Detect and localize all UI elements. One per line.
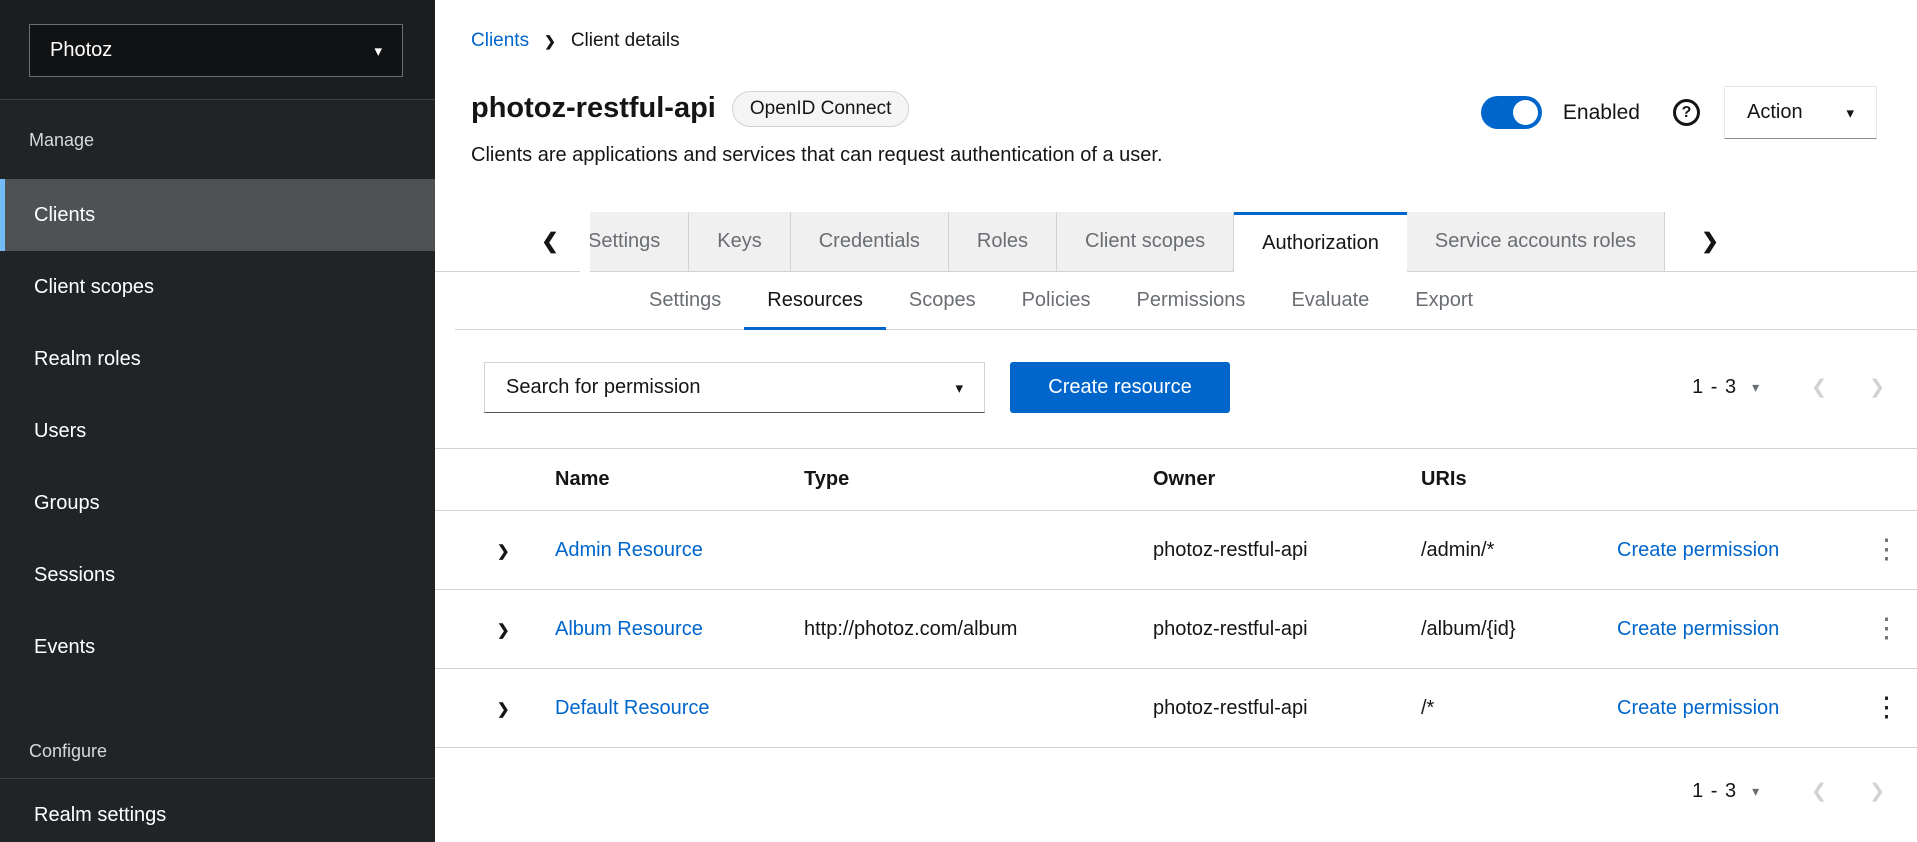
kebab-menu-icon[interactable]: ⋮ <box>1873 694 1900 721</box>
header-uris: URIs <box>1421 468 1617 491</box>
breadcrumb: Clients ❯ Client details <box>435 0 1917 52</box>
toggle-knob-icon <box>1513 100 1538 125</box>
sidebar-item-clients[interactable]: Clients <box>0 179 435 251</box>
pagination-caret-icon[interactable]: ▾ <box>1752 379 1759 396</box>
header-actions: Enabled ? Action ▾ <box>1481 86 1877 139</box>
table-row: ❯ Default Resource photoz-restful-api /*… <box>435 669 1917 748</box>
tab-settings[interactable]: Settings <box>590 212 689 272</box>
expand-row-button[interactable]: ❯ <box>497 542 510 560</box>
kebab-menu-icon[interactable]: ⋮ <box>1873 615 1900 642</box>
help-icon[interactable]: ? <box>1673 99 1700 126</box>
sidebar-item-realm-roles[interactable]: Realm roles <box>0 323 435 395</box>
masthead: Photoz ▾ <box>0 0 435 100</box>
tabs-scroll-area: Settings Keys Credentials Roles Client s… <box>590 212 1665 272</box>
pagination-bottom: 1 - 3 ▾ ❮ ❯ <box>1692 780 1885 803</box>
tabs-scroll-right-button[interactable]: ❯ <box>1665 212 1755 272</box>
sidebar-item-users[interactable]: Users <box>0 395 435 467</box>
resource-name-link[interactable]: Album Resource <box>555 618 703 640</box>
resources-toolbar: Search for permission ▾ Create resource … <box>435 362 1917 413</box>
resource-owner: photoz-restful-api <box>1153 618 1421 641</box>
create-permission-link[interactable]: Create permission <box>1617 697 1779 719</box>
pagination-range: 1 - 3 <box>1692 376 1737 399</box>
resource-owner: photoz-restful-api <box>1153 697 1421 720</box>
tab-authorization[interactable]: Authorization <box>1234 212 1407 272</box>
resource-type: http://photoz.com/album <box>804 618 1153 641</box>
subtab-settings[interactable]: Settings <box>626 272 744 329</box>
pagination-range: 1 - 3 <box>1692 780 1737 803</box>
create-permission-link[interactable]: Create permission <box>1617 618 1779 640</box>
create-resource-button[interactable]: Create resource <box>1010 362 1230 413</box>
enabled-toggle[interactable] <box>1481 96 1542 129</box>
expand-row-button[interactable]: ❯ <box>497 621 510 639</box>
sidebar-item-events[interactable]: Events <box>0 611 435 683</box>
resources-table: Name Type Owner URIs ❯ Admin Resource ph… <box>435 448 1917 748</box>
create-permission-link[interactable]: Create permission <box>1617 539 1779 561</box>
action-dropdown-button[interactable]: Action ▾ <box>1724 86 1877 139</box>
realm-selector[interactable]: Photoz ▾ <box>29 24 403 77</box>
table-row: ❯ Album Resource http://photoz.com/album… <box>435 590 1917 669</box>
resource-uris: /album/{id} <box>1421 618 1617 641</box>
kebab-menu-icon[interactable]: ⋮ <box>1873 536 1900 563</box>
protocol-badge: OpenID Connect <box>732 91 910 127</box>
table-header-row: Name Type Owner URIs <box>435 448 1917 511</box>
page-title: photoz-restful-apiOpenID Connect <box>471 90 1163 127</box>
breadcrumb-separator-icon: ❯ <box>544 33 556 50</box>
tab-filler <box>1755 212 1917 272</box>
pagination-next-button[interactable]: ❯ <box>1869 376 1885 399</box>
subtab-policies[interactable]: Policies <box>999 272 1114 329</box>
subtab-permissions[interactable]: Permissions <box>1114 272 1269 329</box>
title-block: photoz-restful-apiOpenID Connect Clients… <box>471 90 1163 167</box>
breadcrumb-current: Client details <box>571 30 680 52</box>
subtab-scopes[interactable]: Scopes <box>886 272 999 329</box>
nav-section-configure: Configure <box>0 683 435 779</box>
pagination-caret-icon[interactable]: ▾ <box>1752 783 1759 800</box>
enabled-label: Enabled <box>1563 101 1640 125</box>
sidebar-nav: Manage Clients Client scopes Realm roles… <box>0 100 435 842</box>
tab-roles[interactable]: Roles <box>949 212 1057 272</box>
caret-down-icon: ▾ <box>1846 104 1854 122</box>
nav-section-manage: Manage <box>0 100 435 179</box>
sidebar-item-groups[interactable]: Groups <box>0 467 435 539</box>
header-name: Name <box>555 468 804 491</box>
breadcrumb-clients-link[interactable]: Clients <box>471 30 529 52</box>
table-row: ❯ Admin Resource photoz-restful-api /adm… <box>435 511 1917 590</box>
client-tabs: ❮ Settings Keys Credentials Roles Client… <box>435 212 1917 272</box>
sidebar-item-sessions[interactable]: Sessions <box>0 539 435 611</box>
caret-down-icon: ▾ <box>955 379 963 397</box>
pagination-next-button[interactable]: ❯ <box>1869 780 1885 803</box>
tab-service-accounts-roles[interactable]: Service accounts roles <box>1407 212 1665 272</box>
tab-credentials[interactable]: Credentials <box>791 212 949 272</box>
resource-name-link[interactable]: Default Resource <box>555 697 710 719</box>
main-content: Clients ❯ Client details photoz-restful-… <box>435 0 1917 842</box>
subtab-export[interactable]: Export <box>1392 272 1496 329</box>
sidebar: Photoz ▾ Manage Clients Client scopes Re… <box>0 0 435 842</box>
authorization-subtabs: Settings Resources Scopes Policies Permi… <box>455 272 1917 330</box>
header-type: Type <box>804 468 1153 491</box>
pagination-prev-button[interactable]: ❮ <box>1811 376 1827 399</box>
subtab-evaluate[interactable]: Evaluate <box>1268 272 1392 329</box>
realm-selector-label: Photoz <box>50 39 112 62</box>
tabs-scroll-left-button[interactable]: ❮ <box>520 212 580 272</box>
tab-spacer <box>435 212 520 272</box>
pagination-bottom-wrap: 1 - 3 ▾ ❮ ❯ <box>435 780 1917 803</box>
pagination-top: 1 - 3 ▾ ❮ ❯ <box>1692 376 1885 399</box>
resource-uris: /* <box>1421 697 1617 720</box>
resource-uris: /admin/* <box>1421 539 1617 562</box>
header-owner: Owner <box>1153 468 1421 491</box>
caret-down-icon: ▾ <box>374 42 382 60</box>
sidebar-item-client-scopes[interactable]: Client scopes <box>0 251 435 323</box>
tab-keys[interactable]: Keys <box>689 212 790 272</box>
pagination-prev-button[interactable]: ❮ <box>1811 780 1827 803</box>
resource-owner: photoz-restful-api <box>1153 539 1421 562</box>
page-header: photoz-restful-apiOpenID Connect Clients… <box>435 90 1917 167</box>
sidebar-item-realm-settings[interactable]: Realm settings <box>0 779 435 842</box>
expand-row-button[interactable]: ❯ <box>497 700 510 718</box>
subtab-resources[interactable]: Resources <box>744 272 886 329</box>
tab-client-scopes[interactable]: Client scopes <box>1057 212 1234 272</box>
search-permission-select[interactable]: Search for permission ▾ <box>484 362 985 413</box>
page-description: Clients are applications and services th… <box>471 143 1163 167</box>
resource-name-link[interactable]: Admin Resource <box>555 539 703 561</box>
